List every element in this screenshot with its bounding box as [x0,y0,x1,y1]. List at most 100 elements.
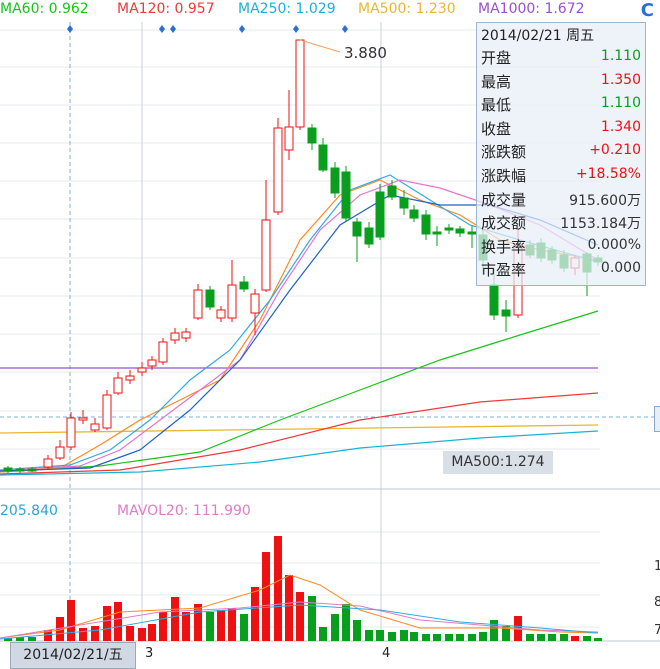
ma-legend: MA60: 0.962 MA120: 0.957 MA250: 1.029 MA… [0,0,660,22]
info-row-value: 1.110 [600,95,641,112]
candle-body [295,39,305,128]
info-row: 成交额 1153.184万 [481,212,641,236]
info-row-label: 涨跌幅 [481,167,527,185]
info-row-value: +0.210 [589,142,641,159]
volume-bar [353,620,361,641]
ma60-line [0,310,599,473]
candle-body [409,209,419,219]
volume-bar [445,634,453,641]
volume-bar [148,624,156,641]
info-row-value: +18.58% [575,166,641,182]
info-row-label: 最低 [481,96,512,115]
volume-bar [456,634,464,641]
candle-body [158,341,168,363]
ma1000-legend: MA1000: 1.672 [478,1,585,17]
candle-body [261,219,271,291]
candle-body [387,185,397,198]
candle-body [170,332,180,341]
candle-body [421,214,431,235]
info-row: 市盈率 0.000 [481,259,641,283]
info-row: 换手率 0.000% [481,236,641,260]
candle-body [43,458,53,468]
volume-bar [376,630,384,641]
info-row-value: 1.340 [600,118,641,135]
info-row-label: 市盈率 [481,261,527,280]
candle-body [147,359,157,367]
ma120-legend: MA120: 0.957 [117,1,215,17]
volume-bar [262,552,270,641]
volume-bar [67,600,75,641]
right-scroll-tab[interactable] [654,406,660,432]
max-annotation-leader [299,39,341,53]
volume-bar [410,632,418,641]
candle-body [489,284,499,316]
volume-bar [285,575,293,641]
ma250-legend: MA250: 1.029 [238,1,336,17]
candle-body [27,468,37,472]
max-price-annotation: 3.880 [344,44,387,62]
info-row-value: 1.350 [600,71,641,88]
volume-bar [103,606,111,641]
right-edge-label-3: 7 [654,623,660,638]
info-row: 成交量 915.600万 [481,189,641,213]
info-row-label: 涨跌额 [481,143,527,162]
candle-body [216,309,226,319]
volume-bar [240,614,248,641]
candle-body [78,417,88,421]
info-row-label: 收盘 [481,119,512,138]
volume-bar [79,628,87,641]
event-marker-icon [170,25,176,33]
volume-bar [331,614,339,641]
info-row-value: 915.600万 [569,192,641,209]
ma500-legend: MA500: 1.230 [358,1,456,17]
right-edge-label-1: 1 [654,559,660,574]
candle-body [432,231,442,235]
info-row: 涨跌额 +0.210 [481,141,641,165]
candle-body [307,127,317,144]
ma60-legend: MA60: 0.962 [0,1,89,17]
info-row-label: 最高 [481,72,512,91]
candle-body [205,289,215,308]
refresh-icon[interactable]: C [641,0,654,21]
volume-bar [537,634,545,641]
volume-bar [560,634,568,641]
ma500-line [0,424,599,434]
candle-body [250,293,260,314]
info-row-value: 1.110 [600,48,641,64]
candle-body [55,446,65,459]
candle-body [137,367,147,373]
volume-bar [114,602,122,641]
info-row-value: 0.000 [600,260,641,277]
volume-bar [571,636,579,641]
candle-body [341,171,351,219]
candle-body [501,309,511,317]
volume-bar [526,634,534,641]
volume-bar [319,627,327,641]
candle-body [102,394,112,429]
candle-body [399,197,409,209]
quote-info-panel: 2014/02/21 周五 开盘 1.110 最高 1.350 最低 1.110 收盘 1.3… [476,22,646,286]
candle-body [90,423,100,431]
candle-body [66,417,76,448]
volume-left-value: 205.840 [0,503,58,519]
candle-body [193,289,203,319]
candle-body [239,281,249,290]
ma500-price-tag: MA500:1.274 [443,451,553,474]
info-row: 涨跌幅 +18.58% [481,165,641,189]
info-row-value: 1153.184万 [560,216,641,233]
volume-bar [228,608,236,641]
candle-body [364,227,374,245]
candle-body [125,375,135,381]
event-marker-icon [342,25,348,33]
volume-bar [342,604,350,641]
info-row-label: 成交量 [481,190,527,209]
candle-body [15,468,25,472]
info-date: 2014/02/21 周五 [481,28,595,44]
candle-body [455,228,465,234]
right-edge-label-2: 8 [654,595,660,610]
volume-bar [251,587,259,641]
mavol20-legend: MAVOL20: 111.990 [117,503,251,519]
candle-body [352,221,362,237]
volume-bar [433,634,441,641]
volume-bar [548,634,556,641]
